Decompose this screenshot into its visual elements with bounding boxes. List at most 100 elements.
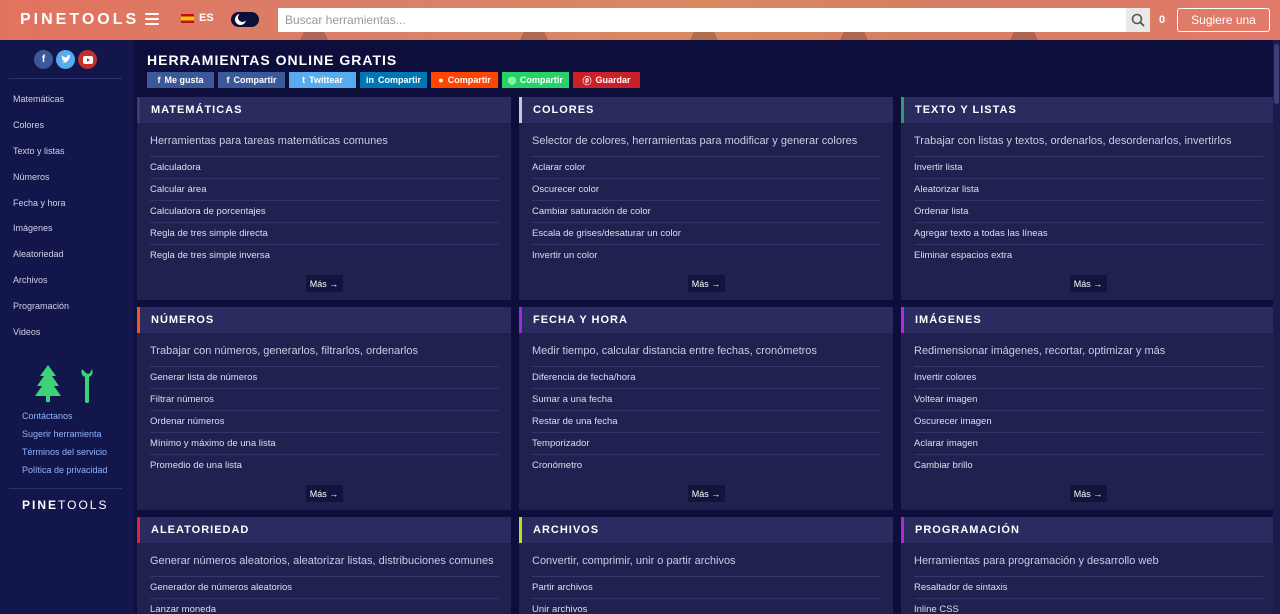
tool-link[interactable]: Filtrar números	[150, 389, 499, 411]
search-input[interactable]	[278, 8, 1126, 32]
tool-link[interactable]: Regla de tres simple inversa	[150, 245, 499, 267]
tool-link[interactable]: Mínimo y máximo de una lista	[150, 433, 499, 455]
more-button[interactable]: Más →	[687, 485, 725, 502]
tool-link[interactable]: Temporizador	[532, 433, 881, 455]
tool-link[interactable]: Partir archivos	[532, 577, 881, 599]
menu-icon[interactable]	[145, 13, 159, 25]
share-button-linkedin[interactable]: in Compartir	[360, 72, 427, 88]
tool-link[interactable]: Regla de tres simple directa	[150, 223, 499, 245]
suggest-tool-button[interactable]: Sugiere una	[1177, 8, 1270, 32]
tool-link[interactable]: Calculadora de porcentajes	[150, 201, 499, 223]
twitter-icon[interactable]	[56, 50, 75, 69]
tool-link[interactable]: Diferencia de fecha/hora	[532, 367, 881, 389]
share-button-facebook[interactable]: f Me gusta	[147, 72, 214, 88]
tool-link[interactable]: Voltear imagen	[914, 389, 1263, 411]
tool-link[interactable]: Oscurecer imagen	[914, 411, 1263, 433]
tool-link[interactable]: Cambiar brillo	[914, 455, 1263, 477]
tool-link[interactable]: Generar lista de números	[150, 367, 499, 389]
tool-link[interactable]: Invertir colores	[914, 367, 1263, 389]
youtube-icon[interactable]	[78, 50, 97, 69]
tool-link[interactable]: Escala de grises/desaturar un color	[532, 223, 881, 245]
sidebar-item-fecha-y-hora[interactable]: Fecha y hora	[0, 195, 134, 221]
sidebar-item-videos[interactable]: Videos	[0, 324, 134, 350]
share-button-reddit[interactable]: ● Compartir	[431, 72, 498, 88]
share-button-pinterest[interactable]: ⓟ Guardar	[573, 72, 640, 88]
site-logo[interactable]: PINETOOLS	[20, 11, 139, 29]
category-title[interactable]: FECHA Y HORA	[519, 307, 893, 333]
more-button[interactable]: Más →	[687, 275, 725, 292]
scrollbar-thumb[interactable]	[1274, 44, 1279, 104]
tool-link[interactable]: Generador de números aleatorios	[150, 577, 499, 599]
tool-link[interactable]: Eliminar espacios extra	[914, 245, 1263, 267]
tool-link[interactable]: Inline CSS	[914, 599, 1263, 614]
suggest-tool-link[interactable]: Sugerir herramienta	[22, 429, 108, 447]
category-title[interactable]: IMÁGENES	[901, 307, 1275, 333]
share-button-label: Compartir	[519, 75, 563, 85]
more-button[interactable]: Más →	[305, 485, 343, 502]
scrollbar-track[interactable]	[1273, 40, 1280, 614]
tool-link[interactable]: Invertir lista	[914, 157, 1263, 179]
sidebar-item-texto-y-listas[interactable]: Texto y listas	[0, 143, 134, 169]
tool-link[interactable]: Resaltador de sintaxis	[914, 577, 1263, 599]
tool-link[interactable]: Aclarar imagen	[914, 433, 1263, 455]
sidebar-item-aleatoriedad[interactable]: Aleatoriedad	[0, 246, 134, 272]
language-selector[interactable]: ES	[181, 12, 214, 24]
tool-link[interactable]: Ordenar lista	[914, 201, 1263, 223]
sidebar-item-imagenes[interactable]: Imágenes	[0, 220, 134, 246]
more-button[interactable]: Más →	[1069, 485, 1107, 502]
category-title[interactable]: NÚMEROS	[137, 307, 511, 333]
tool-link[interactable]: Sumar a una fecha	[532, 389, 881, 411]
pinterest-icon: ⓟ	[582, 75, 592, 86]
category-title[interactable]: TEXTO Y LISTAS	[901, 97, 1275, 123]
tool-list: Invertir lista Aleatorizar lista Ordenar l…	[914, 157, 1263, 267]
pine-and-wrench-illustration	[35, 365, 99, 408]
tool-link[interactable]: Ordenar números	[150, 411, 499, 433]
category-title[interactable]: ALEATORIEDAD	[137, 517, 511, 543]
facebook-icon[interactable]: f	[34, 50, 53, 69]
category-title[interactable]: COLORES	[519, 97, 893, 123]
facebook-icon: f	[226, 75, 230, 85]
tool-link[interactable]: Calculadora	[150, 157, 499, 179]
sidebar-item-colores[interactable]: Colores	[0, 117, 134, 143]
terms-link[interactable]: Términos del servicio	[22, 447, 108, 465]
tool-link[interactable]: Aleatorizar lista	[914, 179, 1263, 201]
privacy-link[interactable]: Política de privacidad	[22, 465, 108, 483]
tool-link[interactable]: Oscurecer color	[532, 179, 881, 201]
tool-link[interactable]: Unir archivos	[532, 599, 881, 614]
category-description: Herramientas para programación y desarro…	[914, 543, 1263, 577]
tool-list: Generador de números aleatorios Lanzar mo…	[150, 577, 499, 614]
share-button-twitter[interactable]: t Twittear	[289, 72, 356, 88]
tool-link[interactable]: Agregar texto a todas las líneas	[914, 223, 1263, 245]
category-card-aleatoriedad: ALEATORIEDAD Generar números aleatorios, …	[137, 517, 511, 614]
sidebar-item-matematicas[interactable]: Matemáticas	[0, 91, 134, 117]
category-card-archivos: ARCHIVOS Convertir, comprimir, unir o par…	[519, 517, 893, 614]
sidebar-item-programacion[interactable]: Programación	[0, 298, 134, 324]
footer-logo[interactable]: PINETOOLS	[22, 498, 108, 512]
share-button-whatsapp[interactable]: ◎ Compartir	[502, 72, 569, 88]
share-button-facebook[interactable]: f Compartir	[218, 72, 285, 88]
divider	[9, 78, 122, 79]
tool-link[interactable]: Cronómetro	[532, 455, 881, 477]
tool-link[interactable]: Calcular área	[150, 179, 499, 201]
sidebar-item-numeros[interactable]: Números	[0, 169, 134, 195]
category-title[interactable]: ARCHIVOS	[519, 517, 893, 543]
tool-link[interactable]: Promedio de una lista	[150, 455, 499, 477]
tool-link[interactable]: Restar de una fecha	[532, 411, 881, 433]
language-code: ES	[199, 12, 214, 24]
tool-link[interactable]: Lanzar moneda	[150, 599, 499, 614]
contact-link[interactable]: Contáctanos	[22, 411, 108, 429]
search-button[interactable]	[1126, 8, 1150, 32]
share-button-label: Compartir	[377, 75, 421, 85]
category-title[interactable]: MATEMÁTICAS	[137, 97, 511, 123]
tool-link[interactable]: Invertir un color	[532, 245, 881, 267]
category-card-colores: COLORES Selector de colores, herramientas…	[519, 97, 893, 300]
tool-link[interactable]: Cambiar saturación de color	[532, 201, 881, 223]
dark-mode-toggle[interactable]	[231, 12, 259, 27]
more-button[interactable]: Más →	[1069, 275, 1107, 292]
sidebar: f Matemáticas Colores Texto y listas Núm…	[0, 40, 134, 614]
tool-link[interactable]: Aclarar color	[532, 157, 881, 179]
tool-list: Diferencia de fecha/hora Sumar a una fech…	[532, 367, 881, 477]
category-title[interactable]: PROGRAMACIÓN	[901, 517, 1275, 543]
more-button[interactable]: Más →	[305, 275, 343, 292]
sidebar-item-archivos[interactable]: Archivos	[0, 272, 134, 298]
